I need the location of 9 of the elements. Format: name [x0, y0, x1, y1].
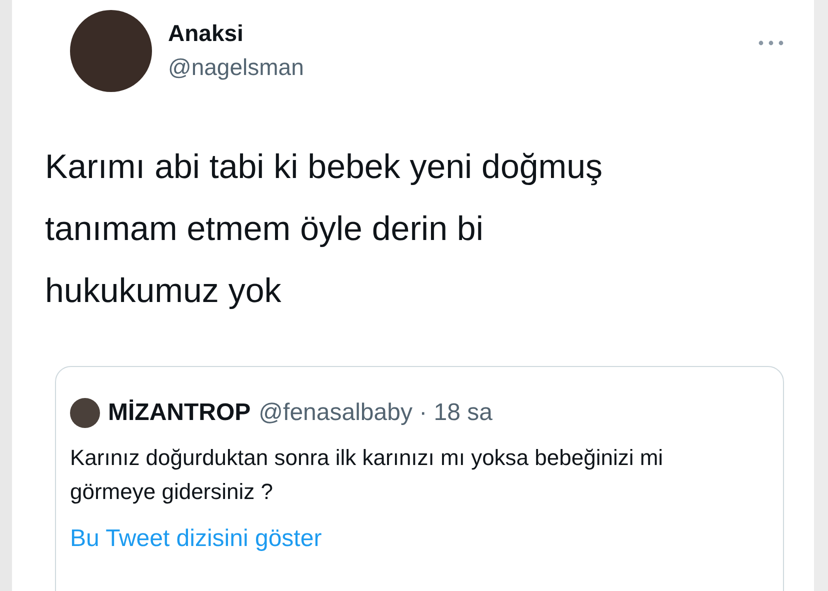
- author-handle: @nagelsman: [168, 54, 305, 82]
- quoted-tweet-text: Karınız doğurduktan sonra ilk karınızı mı yoksa bebeğinizi mi görmeye gidersiniz ?: [70, 444, 664, 506]
- author-name: Anaksi: [168, 20, 244, 48]
- quoted-author-name: MİZANTROP: [108, 398, 251, 428]
- more-icon[interactable]: [758, 40, 784, 46]
- quoted-meta: @fenasalbaby · 18 sa: [258, 398, 492, 428]
- quoted-tweet-card[interactable]: MİZANTROP @fenasalbaby · 18 sa Karınız doğurduktan sonra ilk karınızı mı yoksa bebeğinizi mi görmeye gidersiniz ? Bu Tweet dizisini göster: [55, 366, 784, 591]
- avatar: [70, 398, 100, 428]
- tweet-text: Karımı abi tabi ki bebek yeni doğmuş tanımam etmem öyle derin bi hukukumuz yok: [45, 147, 604, 312]
